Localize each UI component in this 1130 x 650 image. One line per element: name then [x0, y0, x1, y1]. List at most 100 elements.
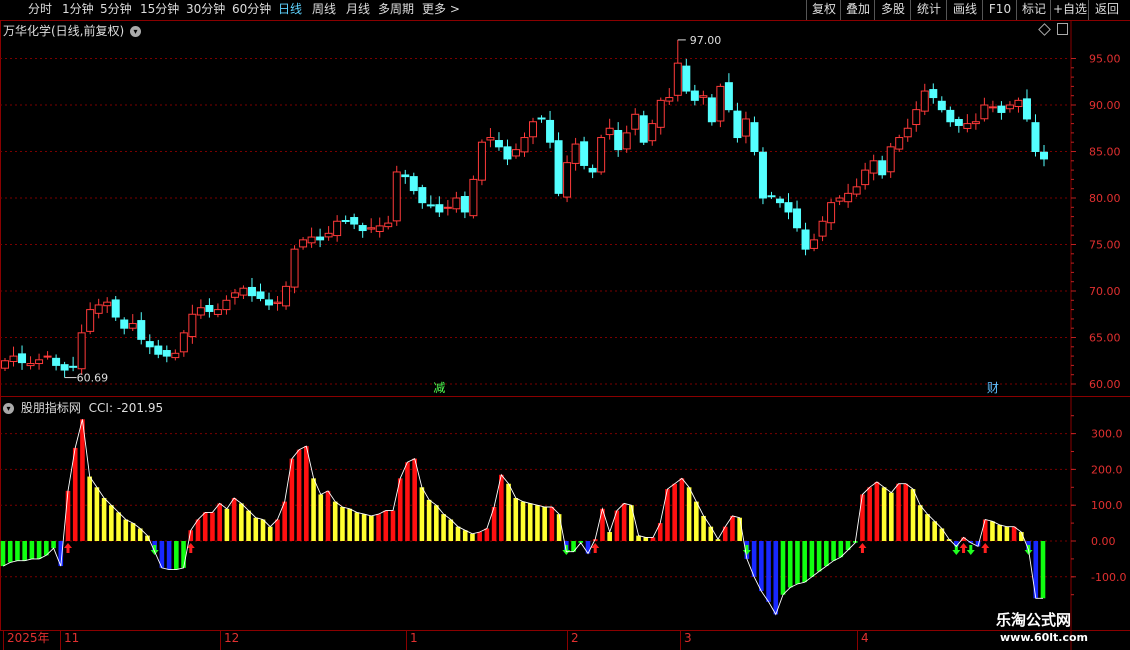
- candle: [128, 323, 137, 329]
- cci-bar: [94, 487, 100, 541]
- candle: [486, 137, 495, 141]
- cci-bar: [780, 541, 786, 595]
- cci-bar: [246, 510, 251, 541]
- candle: [537, 117, 546, 120]
- cci-bar: [730, 515, 735, 541]
- cci-bar: [123, 519, 129, 541]
- cci-bar: [650, 537, 656, 541]
- price-axis-label: 60.00: [1089, 378, 1121, 391]
- cci-bar: [130, 523, 136, 541]
- candle: [452, 197, 461, 210]
- cci-bar: [412, 458, 417, 541]
- candle: [605, 127, 614, 136]
- candle: [639, 115, 648, 143]
- candle: [895, 137, 904, 150]
- candle: [861, 169, 870, 186]
- candle: [648, 123, 657, 142]
- sell-arrow-icon: [966, 545, 975, 555]
- cci-bar: [542, 506, 547, 541]
- candle: [614, 129, 623, 151]
- cci-bar: [889, 492, 894, 541]
- candle: [171, 352, 180, 359]
- cci-bar: [701, 515, 706, 541]
- candle: [699, 95, 708, 98]
- cci-bar: [513, 498, 519, 541]
- chart-canvas[interactable]: 95.00 90.00 85.00 80.00 75.00 70.00 65.00 60.00…: [0, 0, 1130, 650]
- cci-bar: [51, 541, 56, 549]
- candle: [282, 285, 291, 307]
- candle: [980, 104, 989, 120]
- cci-bar: [499, 474, 504, 541]
- candle: [307, 236, 316, 244]
- low-price-label: 60.69: [77, 372, 109, 385]
- cci-bar: [506, 483, 511, 541]
- cci-bar: [419, 487, 425, 541]
- candle: [375, 225, 384, 232]
- cci-bar: [773, 541, 779, 615]
- cci-bar: [672, 483, 677, 541]
- cci-bar: [997, 524, 1002, 541]
- event-marker[interactable]: 减: [433, 381, 445, 395]
- cci-axis-label: 200.0: [1091, 463, 1123, 476]
- cci-bar: [816, 541, 822, 572]
- candle: [94, 304, 103, 314]
- time-axis-label: 11: [60, 630, 79, 650]
- candle: [588, 167, 597, 173]
- watermark-url: www.60lt.com: [1000, 631, 1089, 644]
- cci-bar: [766, 541, 771, 602]
- candle: [563, 162, 572, 198]
- cci-bar: [448, 519, 454, 541]
- cci-bar: [109, 505, 114, 541]
- candle: [963, 123, 972, 129]
- candle: [724, 82, 733, 111]
- cci-bar: [332, 501, 338, 541]
- candle: [222, 299, 231, 311]
- candle: [852, 186, 861, 195]
- candle: [988, 106, 997, 109]
- cci-bar: [686, 487, 692, 541]
- candle: [733, 110, 742, 139]
- candle: [162, 350, 171, 357]
- cci-bar: [679, 478, 685, 541]
- cci-bar: [455, 526, 461, 541]
- price-axis-label: 70.00: [1089, 285, 1121, 298]
- cci-bar: [982, 519, 988, 541]
- cci-bar: [881, 487, 887, 541]
- candle: [290, 248, 299, 288]
- cci-bar: [239, 503, 244, 541]
- price-axis-label: 95.00: [1089, 53, 1121, 66]
- cci-bar: [174, 541, 179, 570]
- cci-bar: [759, 541, 764, 592]
- candle: [477, 141, 486, 181]
- cci-bar: [202, 512, 208, 541]
- cci-bar: [549, 506, 555, 541]
- candle: [546, 119, 555, 143]
- price-axis-label: 75.00: [1089, 239, 1121, 252]
- candle: [511, 149, 520, 157]
- cci-bar: [304, 446, 309, 541]
- time-axis-label: 4: [857, 630, 869, 650]
- candle: [878, 160, 887, 176]
- cci-bar: [903, 483, 909, 541]
- time-axis-label: 2025年: [3, 630, 50, 650]
- candle: [179, 332, 188, 353]
- cci-bar: [116, 512, 121, 541]
- candle: [213, 309, 222, 315]
- price-axis-label: 90.00: [1089, 99, 1121, 112]
- candle: [835, 197, 844, 202]
- candle: [571, 143, 580, 164]
- cci-bar: [260, 519, 266, 541]
- cci-bar: [1040, 541, 1046, 599]
- candle: [920, 90, 929, 112]
- cci-bar: [910, 489, 916, 541]
- cci-bar: [874, 481, 880, 541]
- cci-bar: [72, 447, 78, 541]
- buy-arrow-icon: [64, 543, 72, 553]
- cci-bar: [809, 541, 815, 577]
- high-price-label: 97.00: [690, 34, 722, 47]
- event-marker[interactable]: 财: [987, 381, 999, 395]
- candle: [188, 313, 197, 338]
- candle: [350, 217, 359, 225]
- candle: [937, 100, 946, 111]
- cci-bar: [426, 499, 432, 541]
